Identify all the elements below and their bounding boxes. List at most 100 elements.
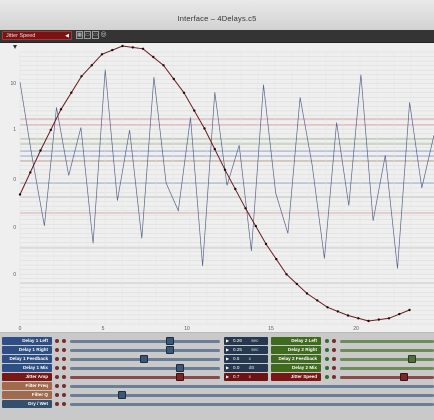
value-number: 0.25	[233, 347, 242, 352]
parameter-select[interactable]: Jitter Speed ◀	[2, 31, 72, 40]
mod-dot-icon[interactable]	[332, 366, 336, 370]
value-box[interactable]: ▶ 0.26 sec	[224, 337, 268, 345]
curve-point	[29, 171, 32, 174]
param-label: Delay 2 Left	[271, 337, 321, 345]
slider-track[interactable]	[70, 403, 434, 406]
slider-track[interactable]	[70, 367, 220, 370]
param-label: Jitter Speed	[271, 373, 321, 381]
param-label: Delay 2 Feedback	[271, 355, 321, 363]
control-row: Jitter Amp ▶ 0.7 x Jitter Speed	[0, 373, 434, 382]
slider-track[interactable]	[70, 340, 220, 343]
mod-dot-icon[interactable]	[62, 357, 66, 361]
control-row: Dry / Wet	[0, 400, 434, 409]
slider-thumb[interactable]	[176, 373, 184, 381]
mod-dot-icon[interactable]	[55, 375, 59, 379]
mod-dot-icon[interactable]	[62, 375, 66, 379]
curve-point	[39, 149, 42, 152]
plot-canvas[interactable]: 0 5 10 15 20101000	[0, 43, 434, 332]
grid-icon[interactable]: ▦	[76, 31, 83, 39]
mod-dot-icon[interactable]	[332, 375, 336, 379]
mod-dot-icon[interactable]	[55, 339, 59, 343]
slider-thumb[interactable]	[140, 355, 148, 363]
slider-track[interactable]	[70, 349, 220, 352]
mod-dot-icon[interactable]	[55, 393, 59, 397]
dropdown-arrow-icon: ◀	[65, 33, 69, 39]
mod-dot-icon[interactable]	[332, 348, 336, 352]
curve-point	[244, 207, 247, 210]
paste-icon[interactable]: ▭	[92, 31, 99, 39]
value-arrow-icon: ▶	[226, 347, 230, 352]
curve-point	[141, 47, 145, 50]
control-row: Delay 1 Mix ▶ 0.0 dB Delay 2 Mix	[0, 364, 434, 373]
slider-track[interactable]	[340, 367, 434, 370]
y-tick-label: 0	[13, 177, 16, 183]
y-tick-label: 10	[10, 81, 16, 87]
slider-track[interactable]	[340, 376, 434, 379]
curve-point	[49, 128, 52, 132]
noise-series-line	[19, 69, 434, 269]
value-arrow-icon: ▶	[226, 365, 230, 370]
eye-icon[interactable]: ◎	[100, 31, 107, 39]
mod-dot-icon[interactable]	[332, 357, 336, 361]
mod-dot-icon[interactable]	[62, 393, 66, 397]
slider-track[interactable]	[340, 358, 434, 361]
parameter-select-value: Jitter Speed	[6, 33, 36, 39]
mod-dot-icon[interactable]	[325, 339, 329, 343]
mod-dot-icon[interactable]	[55, 402, 59, 406]
slider-thumb[interactable]	[118, 391, 126, 399]
param-label: Delay 2 Mix	[271, 364, 321, 372]
mod-dot-icon[interactable]	[55, 366, 59, 370]
curve-point	[182, 91, 186, 94]
playhead-marker-icon	[13, 45, 17, 49]
curve-point	[377, 318, 380, 321]
mod-dot-icon[interactable]	[325, 348, 329, 352]
curve-point	[336, 310, 339, 313]
mod-dot-icon[interactable]	[55, 357, 59, 361]
curve-point	[398, 312, 401, 316]
slider-thumb[interactable]	[166, 346, 174, 354]
param-label: Delay 1 Mix	[2, 364, 52, 372]
mod-dot-icon[interactable]	[325, 366, 329, 370]
slider-thumb[interactable]	[408, 355, 416, 363]
function-plot[interactable]: 0 5 10 15 20 10 1 0 0 0	[0, 43, 434, 333]
param-label: Delay 1 Feedback	[2, 355, 52, 363]
curve-point	[295, 282, 298, 286]
mod-dot-icon[interactable]	[55, 384, 59, 388]
slider-track[interactable]	[70, 385, 434, 388]
slider-track[interactable]	[70, 376, 220, 379]
copy-icon[interactable]: ▭	[84, 31, 91, 39]
y-tick-label: 0	[13, 272, 16, 278]
mod-dot-icon[interactable]	[55, 348, 59, 352]
curve-point	[59, 108, 63, 111]
curve-point	[18, 193, 22, 196]
param-label: Delay 2 Right	[271, 346, 321, 354]
mod-dot-icon[interactable]	[325, 375, 329, 379]
curve-point	[357, 317, 360, 320]
slider-track[interactable]	[340, 349, 434, 352]
value-box[interactable]: ▶ 0.5 x	[224, 355, 268, 363]
mod-dot-icon[interactable]	[62, 339, 66, 343]
mod-dot-icon[interactable]	[62, 348, 66, 352]
slider-thumb[interactable]	[166, 337, 174, 345]
mod-dot-icon[interactable]	[62, 402, 66, 406]
curve-point	[100, 53, 104, 56]
value-box[interactable]: ▶ 0.0 dB	[224, 364, 268, 372]
slider-track[interactable]	[340, 340, 434, 343]
curve-point	[193, 109, 196, 112]
mod-dot-icon[interactable]	[332, 339, 336, 343]
curve-point	[152, 55, 155, 59]
value-box[interactable]: ▶ 0.7 x	[224, 373, 268, 381]
control-row: Delay 1 Left ▶ 0.26 sec Delay 2 Left	[0, 337, 434, 346]
curve-point	[213, 147, 216, 151]
slider-thumb[interactable]	[176, 364, 184, 372]
mod-dot-icon[interactable]	[62, 366, 66, 370]
curve-point	[305, 292, 309, 295]
curve-point	[316, 299, 319, 302]
curve-point	[80, 75, 83, 78]
mod-dot-icon[interactable]	[325, 357, 329, 361]
slider-thumb[interactable]	[400, 373, 408, 381]
curve-point	[346, 314, 350, 317]
value-box[interactable]: ▶ 0.25 sec	[224, 346, 268, 354]
curve-point	[367, 319, 370, 323]
mod-dot-icon[interactable]	[62, 384, 66, 388]
